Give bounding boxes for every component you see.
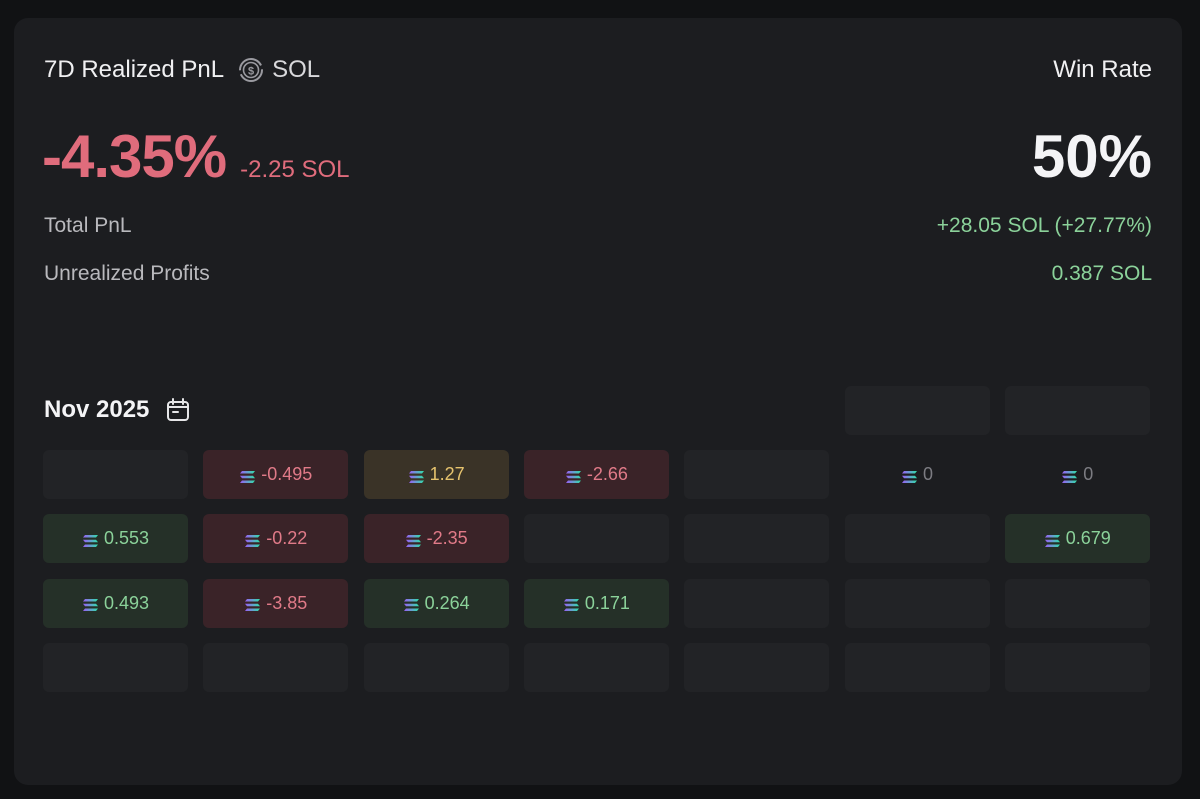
calendar-day-cell[interactable] — [684, 642, 830, 692]
calendar-day-cell[interactable]: -2.35 — [363, 514, 509, 564]
calendar-day-value: 0.553 — [103, 528, 150, 549]
total-pnl-label: Total PnL — [44, 214, 132, 237]
solana-icon — [405, 532, 422, 547]
solana-icon — [239, 468, 256, 483]
calendar-day-value: 0.171 — [584, 592, 630, 613]
calendar-day-value: 1.27 — [429, 464, 465, 485]
calendar-day-cell[interactable] — [1004, 642, 1150, 692]
unrealized-profits-value: 0.387 SOL — [1051, 262, 1152, 285]
calendar-day-cell[interactable] — [523, 642, 669, 692]
calendar-day-cell[interactable]: 0.171 — [523, 578, 669, 628]
solana-icon — [82, 532, 99, 547]
calendar-day-value: 0.264 — [424, 592, 470, 613]
solana-icon — [1044, 532, 1061, 547]
calendar-day-cell[interactable] — [844, 642, 990, 692]
solana-icon — [1061, 468, 1078, 483]
calendar-day-value: -2.66 — [586, 464, 628, 485]
calendar-day-cell[interactable] — [1004, 386, 1150, 435]
currency-swap-icon[interactable]: $ — [238, 57, 264, 83]
calendar-day-cell[interactable] — [684, 450, 830, 500]
calendar-day-cell[interactable] — [844, 386, 990, 435]
calendar-day-cell[interactable] — [684, 578, 830, 628]
calendar-day-value: 0.493 — [103, 592, 150, 613]
calendar-day-cell[interactable]: 0 — [1005, 450, 1150, 499]
calendar-day-value: -0.22 — [266, 528, 308, 549]
solana-icon — [403, 596, 420, 612]
realized-pnl-sol: -2.25 SOL — [240, 156, 350, 183]
realized-pnl: -4.35% -2.25 SOL — [42, 122, 350, 191]
calendar-day-cell[interactable]: 0 — [845, 450, 990, 499]
calendar-day-cell[interactable]: 1.27 — [363, 450, 509, 500]
calendar-day-cell[interactable] — [844, 514, 990, 564]
calendar-day-cell[interactable]: 0.264 — [363, 578, 509, 628]
solana-icon — [244, 596, 261, 612]
calendar-day-cell[interactable] — [844, 578, 990, 628]
calendar-day-cell[interactable] — [43, 450, 188, 500]
pnl-card: 7D Realized PnL $ SOL Win Rate -4.35% -2… — [14, 18, 1182, 785]
unrealized-profits-label: Unrealized Profits — [44, 262, 210, 285]
calendar-day-cell[interactable]: 0.553 — [43, 514, 188, 564]
calendar-day-cell[interactable] — [523, 514, 669, 564]
calendar-day-value: -2.35 — [426, 528, 468, 549]
calendar-day-value: -3.85 — [266, 592, 308, 613]
solana-icon — [82, 596, 99, 612]
calendar-day-cell[interactable] — [43, 642, 188, 692]
calendar-day-cell[interactable]: -3.85 — [203, 578, 349, 628]
currency-toggle[interactable]: SOL — [272, 56, 320, 84]
card-title: 7D Realized PnL — [44, 56, 225, 83]
calendar-day-cell[interactable] — [203, 642, 349, 692]
calendar-day-cell[interactable]: 0.679 — [1004, 514, 1150, 564]
calendar-header: Nov 2025 — [44, 396, 191, 424]
calendar-day-value: 0 — [922, 464, 933, 485]
svg-text:$: $ — [248, 66, 254, 78]
solana-icon — [565, 468, 582, 483]
calendar-day-cell[interactable] — [1004, 578, 1150, 628]
calendar-day-cell[interactable]: 0.493 — [43, 578, 188, 628]
solana-icon — [901, 468, 918, 483]
calendar-day-value: 0.679 — [1065, 528, 1111, 549]
calendar-day-value: -0.495 — [261, 464, 313, 485]
calendar-day-value: 0 — [1083, 464, 1094, 485]
total-pnl-value: +28.05 SOL (+27.77%) — [936, 214, 1152, 237]
solana-icon — [408, 468, 425, 483]
realized-pnl-percent: -4.35% — [42, 123, 227, 190]
solana-icon — [244, 532, 261, 547]
win-rate-value: 50% — [1031, 123, 1152, 190]
calendar-day-cell[interactable]: -2.66 — [523, 450, 669, 500]
calendar-day-cell[interactable]: -0.495 — [203, 450, 349, 500]
card-header: 7D Realized PnL $ SOL — [44, 56, 320, 84]
win-rate-label: Win Rate — [1053, 56, 1152, 83]
calendar-month: Nov 2025 — [44, 396, 150, 423]
calendar-day-cell[interactable] — [363, 642, 509, 692]
calendar-day-cell[interactable] — [684, 514, 830, 564]
calendar-day-cell[interactable]: -0.22 — [203, 514, 349, 564]
solana-icon — [563, 596, 580, 612]
calendar-icon[interactable] — [165, 397, 191, 423]
